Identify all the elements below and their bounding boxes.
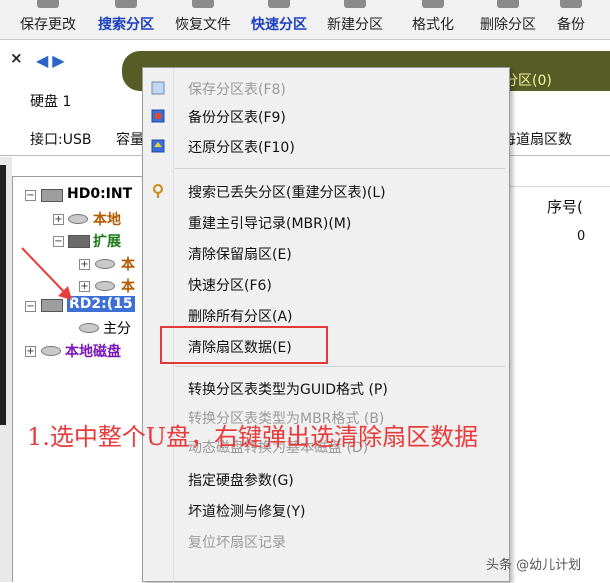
tree-toggle-expand[interactable]: + [25,346,36,357]
search-partition-icon [115,0,137,8]
toolbar: 保存更改 搜索分区 恢复文件 快速分区 新建分区 格式化 删除分区 备份 [0,0,610,40]
tree-item-extended[interactable]: 扩展 [93,231,121,251]
new-partition-button[interactable]: 新建分区 [327,0,383,40]
window-edge [0,165,6,425]
backup-button[interactable]: 备份 [557,0,585,40]
recover-file-button[interactable]: 恢复文件 [175,0,231,40]
save-table-icon [151,81,165,95]
volume-icon [95,259,115,269]
restore-table-icon [151,139,165,153]
tree-toggle-expand[interactable]: + [53,214,64,225]
backup-icon [560,0,582,8]
tree-toggle-expand[interactable]: + [79,281,90,292]
volume-icon [79,323,99,333]
format-button[interactable]: 格式化 [412,0,454,40]
red-arrow-icon [21,247,72,300]
tree-item-hd0[interactable]: HD0:INT [67,186,132,202]
capacity-label: 容量 [116,132,144,148]
volume-icon [68,214,88,224]
disk-label: 硬盘 1 [30,94,72,110]
context-menu: 保存分区表(F8) 备份分区表(F9) 还原分区表(F10) 搜索已丢失分区(重… [142,67,510,583]
disk-tree: − HD0:INT + 本地 − 扩展 + 本 + 本 − RD2:(15 主分… [12,176,144,582]
menu-separator [175,366,505,367]
close-icon[interactable]: × [10,49,23,67]
tree-toggle-collapse[interactable]: − [25,190,36,201]
nav-arrows-icon[interactable]: ◀▶ [36,51,69,70]
quick-partition-button[interactable]: 快速分区 [251,0,307,40]
interface-label: 接口:USB [30,132,92,148]
search-lost-partition-icon [153,184,163,198]
menu-item-clear-reserved-sectors[interactable]: 清除保留扇区(E) [188,244,292,264]
quick-partition-icon [268,0,290,8]
menu-separator [175,168,505,169]
new-partition-icon [344,0,366,8]
tree-item-local-disk-2[interactable]: 本地磁盘 [65,341,121,361]
sectors-per-track-label: 每道扇区数 [502,132,572,148]
highlight-box [160,326,328,364]
tree-toggle-expand[interactable]: + [79,259,90,270]
seq-column-header[interactable]: 序号( [547,196,583,217]
menu-item-delete-all-partitions[interactable]: 删除所有分区(A) [188,306,293,326]
search-partition-button[interactable]: 搜索分区 [98,0,154,40]
volume-icon [41,346,61,356]
menu-item-reset-bad-sectors[interactable]: 复位坏扇区记录 [188,532,286,552]
menu-item-quick-partition[interactable]: 快速分区(F6) [188,275,272,295]
delete-partition-button[interactable]: 删除分区 [480,0,536,40]
format-icon [422,0,444,8]
tree-item-primary[interactable]: 主分 [103,318,131,338]
right-header-line [510,186,610,187]
delete-partition-icon [497,0,519,8]
menu-item-rebuild-mbr[interactable]: 重建主引导记录(MBR)(M) [188,213,351,233]
recover-file-icon [192,0,214,8]
menu-item-search-lost-partition[interactable]: 搜索已丢失分区(重建分区表)(L) [188,182,386,202]
menu-item-backup-partition-table[interactable]: 备份分区表(F9) [188,107,286,127]
menu-item-specify-disk-params[interactable]: 指定硬盘参数(G) [188,470,294,490]
annotation-caption: 1.选中整个U盘，右键弹出选清除扇区数据 [27,423,479,451]
menu-item-bad-sector-repair[interactable]: 坏道检测与修复(Y) [188,501,305,521]
seq-cell: 0 [577,229,586,244]
menu-item-convert-to-guid[interactable]: 转换分区表类型为GUID格式 (P) [188,379,388,399]
backup-table-icon [151,109,165,123]
tree-item-logical-2[interactable]: 本 [121,276,135,296]
menu-item-restore-partition-table[interactable]: 还原分区表(F10) [188,137,295,157]
menu-item-save-partition-table[interactable]: 保存分区表(F8) [188,79,286,99]
tree-item-logical-1[interactable]: 本 [121,254,135,274]
volume-icon [95,281,115,291]
save-icon [37,0,59,8]
tree-item-local-disk[interactable]: 本地 [93,209,121,229]
disk-icon [41,189,63,202]
save-changes-button[interactable]: 保存更改 [20,0,76,40]
watermark: 头条 @幼儿计划 [486,558,582,573]
